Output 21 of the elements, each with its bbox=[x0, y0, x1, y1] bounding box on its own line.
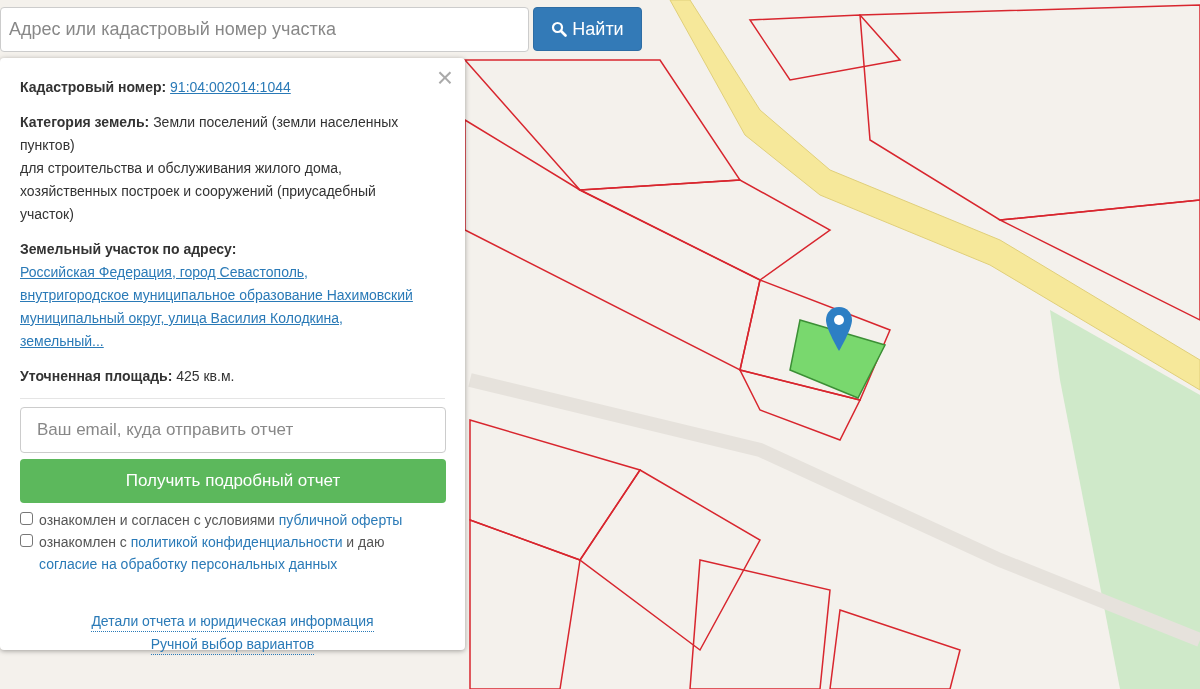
parcel-info-text: Земельный участок по адресу: Российская Федерация, город Севастополь, внутригородское муниципальное образование Нахимовский муниципальный округ, улица Василия Колодкина, земельный... bbox=[20, 238, 415, 353]
consent-link[interactable]: публичной оферты bbox=[278, 512, 403, 528]
consent-text: ознакомлен и согласен с условиями публичной оферты bbox=[39, 511, 404, 530]
footer-link[interactable]: Ручной выбор вариантов bbox=[150, 634, 315, 655]
parcel-link[interactable]: Российская Федерация, город Севастополь, внутригородское муниципальное образование Нахимовский муниципальный округ, улица Василия Колодкина, земельный... bbox=[20, 261, 415, 353]
parcel-info-text: Категория земель: Земли поселений (земли населенных пунктов) для строительства и обслуживания жилого дома, хозяйственных построек и сооружений (приусадебный участок) bbox=[20, 113, 400, 224]
get-report-button[interactable]: Получить подробный отчет bbox=[20, 459, 446, 503]
consent-link[interactable]: согласие на обработку персональных данных bbox=[39, 556, 338, 572]
map-pin-icon bbox=[826, 307, 852, 351]
parcel-info-text: Уточненная площадь: 425 кв.м. bbox=[20, 367, 236, 386]
consent-checkbox[interactable] bbox=[20, 512, 33, 525]
parcel-info-text: Кадастровый номер: 91:04:002014:1044 bbox=[20, 76, 415, 99]
email-field[interactable]: Ваш email, куда отправить отчет bbox=[20, 407, 446, 453]
search-icon bbox=[551, 21, 568, 37]
footer-link[interactable]: Детали отчета и юридическая информация bbox=[91, 611, 374, 632]
consent-text: ознакомлен с политикой конфиденциальности и даю согласие на обработку персональных данных bbox=[39, 533, 386, 574]
consent-checkbox[interactable] bbox=[20, 534, 33, 547]
search-field[interactable]: Адрес или кадастровый номер участка bbox=[0, 7, 529, 52]
parcel-link[interactable]: 91:04:002014:1044 bbox=[170, 76, 291, 99]
search-button[interactable]: Найти bbox=[533, 7, 642, 51]
consent-link[interactable]: политикой конфиденциальности bbox=[130, 534, 343, 550]
